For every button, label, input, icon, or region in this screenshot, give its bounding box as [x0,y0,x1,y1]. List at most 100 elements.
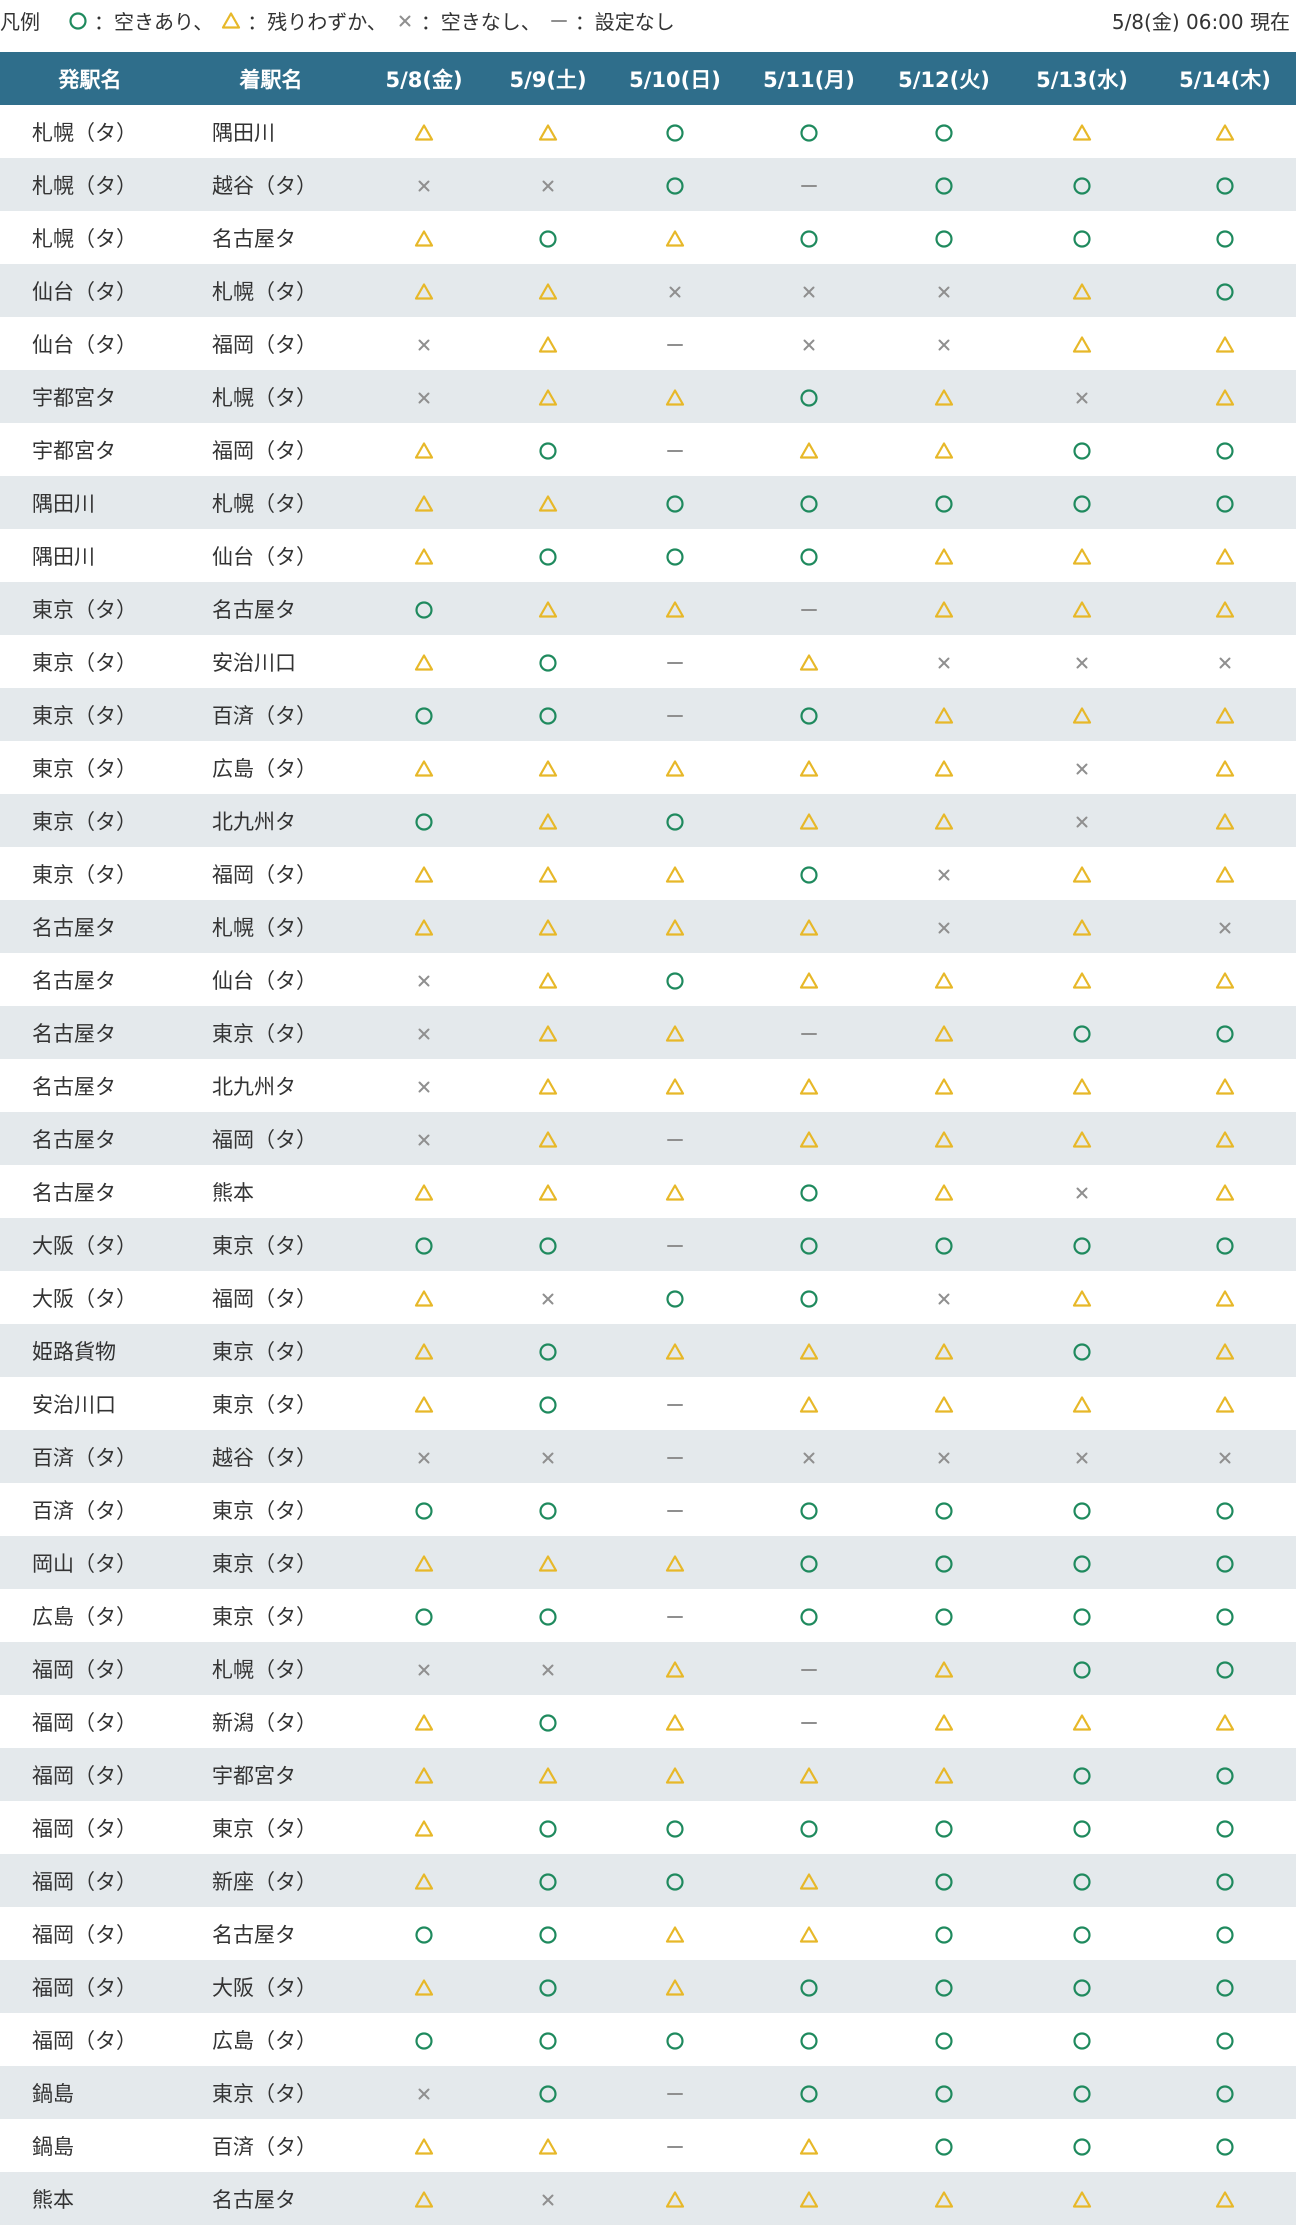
availability-triangle-icon [1154,2172,1296,2225]
availability-triangle-icon [1154,370,1296,423]
column-header-date: 5/12(火) [898,67,990,92]
availability-circle-icon [878,1589,1010,1642]
availability-circle-icon [740,1165,878,1218]
availability-cross-icon [1010,1430,1154,1483]
origin-station: 安治川口 [32,1392,116,1417]
availability-cross-icon [486,1271,610,1324]
availability-triangle-icon [610,741,740,794]
availability-triangle-icon [1010,1271,1154,1324]
availability-triangle-icon [740,953,878,1006]
availability-triangle-icon [1010,1377,1154,1430]
origin-station: 鍋島 [32,2081,74,2106]
origin-station: 東京（タ） [32,703,137,728]
availability-triangle-icon [1154,1271,1296,1324]
availability-circle-icon [1154,1536,1296,1589]
availability-triangle-icon [1154,317,1296,370]
availability-triangle-icon [740,1854,878,1907]
table-row: 仙台（タ） 札幌（タ） [0,264,1296,317]
destination-station: 東京（タ） [212,1498,317,1523]
table-row: 名古屋タ 福岡（タ） [0,1112,1296,1165]
availability-circle-icon [740,529,878,582]
availability-circle-icon [1010,423,1154,476]
availability-triangle-icon [878,1695,1010,1748]
table-row: 福岡（タ） 新座（タ） [0,1854,1296,1907]
origin-station: 宇都宮タ [32,438,116,463]
availability-triangle-icon [1154,105,1296,158]
availability-triangle-icon [610,1165,740,1218]
origin-station: 名古屋タ [32,915,116,940]
availability-circle-icon [486,1695,610,1748]
availability-triangle-icon [740,900,878,953]
availability-triangle-icon [610,1907,740,1960]
table-row: 名古屋タ 北九州タ [0,1059,1296,1112]
availability-cross-icon [878,317,1010,370]
availability-dash-icon [610,1589,740,1642]
table-row: 安治川口 東京（タ） [0,1377,1296,1430]
column-header-date: 5/14(木) [1179,67,1271,92]
availability-cross-icon [362,2066,486,2119]
availability-circle-icon [362,794,486,847]
table-row: 福岡（タ） 名古屋タ [0,1907,1296,1960]
availability-triangle-icon [362,1695,486,1748]
availability-triangle-icon [486,953,610,1006]
availability-triangle-icon [486,1748,610,1801]
table-row: 福岡（タ） 大阪（タ） [0,1960,1296,2013]
availability-triangle-icon [486,900,610,953]
availability-triangle-icon [878,1059,1010,1112]
availability-circle-icon [486,1377,610,1430]
availability-dash-icon [610,423,740,476]
table-row: 札幌（タ） 名古屋タ [0,211,1296,264]
availability-circle-icon [878,1907,1010,1960]
availability-circle-icon [1010,1589,1154,1642]
origin-station: 隅田川 [32,491,95,516]
availability-dash-icon [740,582,878,635]
availability-triangle-icon [878,688,1010,741]
availability-cross-icon [610,264,740,317]
availability-cross-icon [740,317,878,370]
availability-dash-icon [610,2119,740,2172]
origin-station: 大阪（タ） [32,1233,137,1258]
table-row: 百済（タ） 東京（タ） [0,1483,1296,1536]
availability-circle-icon [1154,423,1296,476]
column-header-date: 5/10(日) [629,67,721,92]
availability-triangle-icon [1154,794,1296,847]
origin-station: 東京（タ） [32,809,137,834]
availability-triangle-icon [878,1165,1010,1218]
availability-cross-icon [1154,635,1296,688]
destination-station: 名古屋タ [212,226,296,251]
availability-dash-icon [610,688,740,741]
availability-circle-icon [486,1854,610,1907]
availability-circle-icon [1010,1960,1154,2013]
availability-circle-icon [610,476,740,529]
availability-dash-icon [610,1430,740,1483]
availability-circle-icon [740,1960,878,2013]
availability-circle-icon [610,794,740,847]
availability-triangle-icon [362,1801,486,1854]
destination-station: 東京（タ） [212,1233,317,1258]
availability-circle-icon [1010,1907,1154,1960]
destination-station: 宇都宮タ [212,1763,296,1788]
availability-triangle-icon [362,529,486,582]
destination-station: 名古屋タ [212,597,296,622]
destination-station: 東京（タ） [212,2081,317,2106]
legend-label: ：設定なし [574,10,675,34]
destination-station: 隅田川 [212,120,275,145]
availability-cross-icon [878,1271,1010,1324]
availability-triangle-icon [1154,1695,1296,1748]
availability-circle-icon [1010,1324,1154,1377]
availability-triangle-icon [740,423,878,476]
availability-dash-icon [610,635,740,688]
availability-dash-icon [610,1483,740,1536]
availability-circle-icon [1010,476,1154,529]
availability-cross-icon [740,1430,878,1483]
availability-triangle-icon [486,264,610,317]
availability-circle-icon [1154,1642,1296,1695]
availability-triangle-icon [486,1006,610,1059]
origin-station: 名古屋タ [32,1180,116,1205]
origin-station: 百済（タ） [32,1498,137,1523]
origin-station: 鍋島 [32,2134,74,2159]
availability-dash-icon [740,1642,878,1695]
availability-circle-icon [1154,1801,1296,1854]
table-row: 大阪（タ） 福岡（タ） [0,1271,1296,1324]
availability-triangle-icon [1010,529,1154,582]
